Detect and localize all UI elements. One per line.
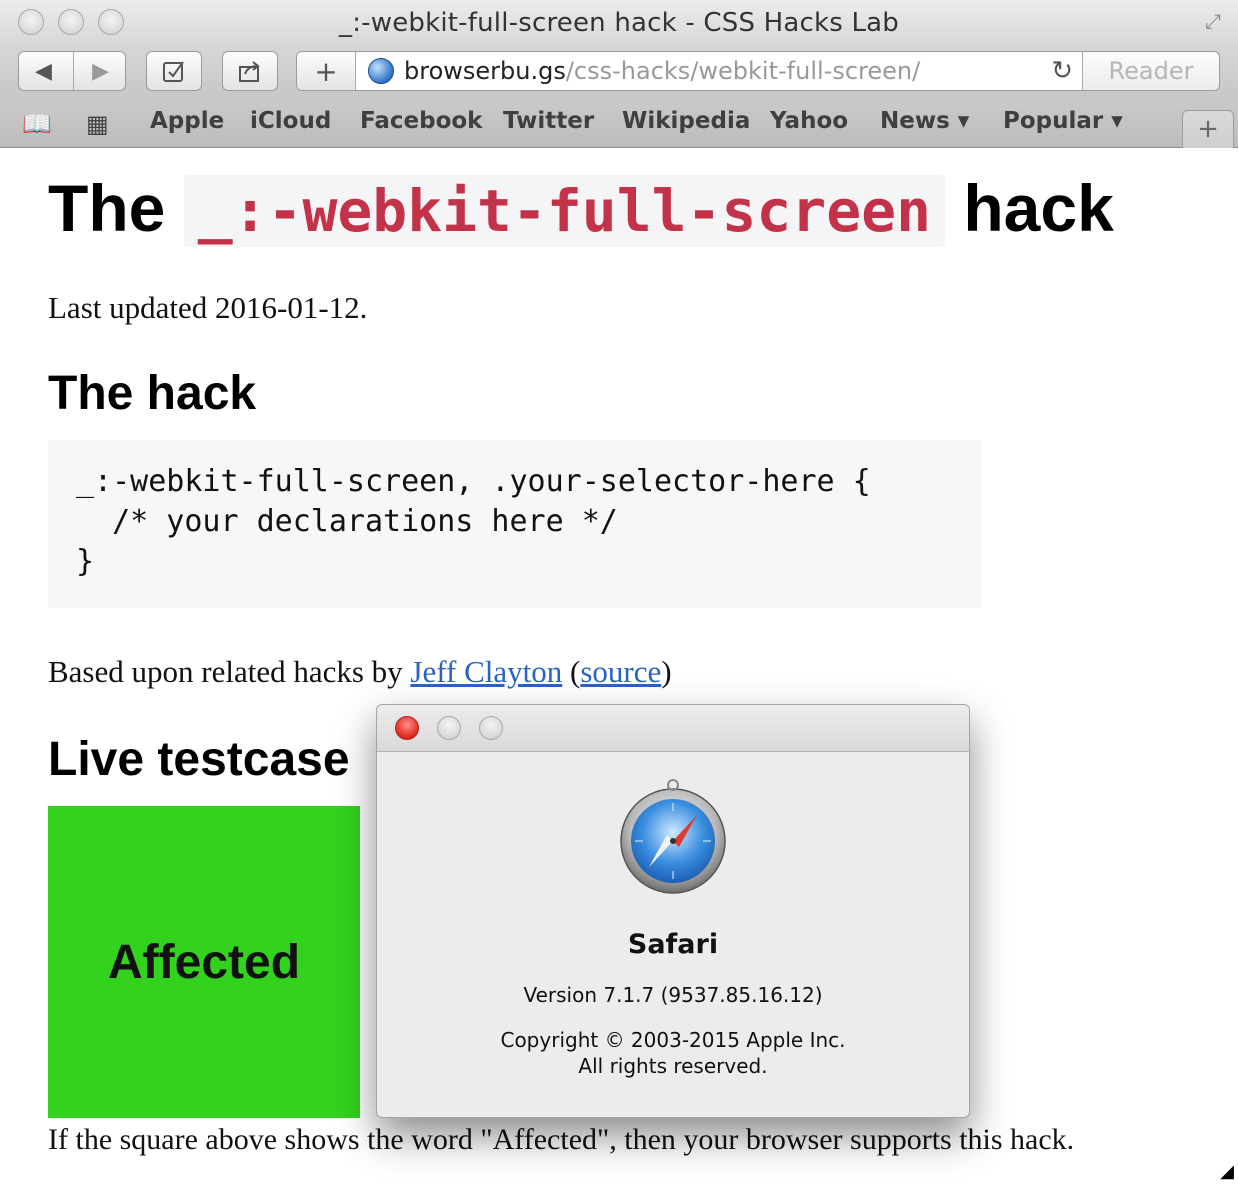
share-button[interactable] xyxy=(222,51,278,91)
bookmark-facebook[interactable]: Facebook xyxy=(360,108,482,134)
bookmarks-bar: 📖 ▦ Apple iCloud Facebook Twitter Wikipe… xyxy=(0,102,1238,148)
fullscreen-icon[interactable]: ⤢ xyxy=(1200,8,1226,34)
based-open-paren: ( xyxy=(570,654,581,689)
bookmark-twitter[interactable]: Twitter xyxy=(503,108,594,134)
jeff-clayton-link[interactable]: Jeff Clayton xyxy=(410,654,562,689)
window-titlebar: _:-webkit-full-screen hack - CSS Hacks L… xyxy=(0,0,1238,48)
show-all-tabs-button[interactable] xyxy=(146,51,202,91)
add-bookmark-icon[interactable]: + xyxy=(297,52,356,90)
browser-toolbar: ◀ ▶ + browserbu.gs/css-hacks/webkit-full… xyxy=(0,48,1238,102)
url-text[interactable]: browserbu.gs/css-hacks/webkit-full-scree… xyxy=(404,57,920,85)
source-link[interactable]: source xyxy=(580,654,661,689)
code-block: _:-webkit-full-screen, .your-selector-he… xyxy=(48,440,982,608)
compose-icon xyxy=(163,61,184,82)
testcase-square: Affected xyxy=(48,806,360,1118)
app-version: Version 7.1.7 (9537.85.16.12) xyxy=(523,983,823,1007)
last-updated: Last updated 2016-01-12. xyxy=(48,290,368,325)
about-safari-dialog: Safari Version 7.1.7 (9537.85.16.12) Cop… xyxy=(376,704,970,1118)
resize-handle-icon[interactable]: ◢ xyxy=(1220,1161,1234,1182)
bookmark-news-menu[interactable]: News ▾ xyxy=(880,108,969,134)
copyright-text: Copyright © 2003-2015 Apple Inc. All rig… xyxy=(377,1027,969,1079)
safari-compass-icon xyxy=(620,779,726,894)
app-name: Safari xyxy=(627,929,719,960)
hack-heading: The hack xyxy=(48,367,257,420)
address-bar[interactable]: + browserbu.gs/css-hacks/webkit-full-scr… xyxy=(296,51,1220,91)
reload-icon[interactable]: ↻ xyxy=(1051,56,1073,86)
grid-icon[interactable]: ▦ xyxy=(86,110,109,138)
forward-arrow-icon[interactable]: ▶ xyxy=(92,59,109,84)
based-close-paren: ) xyxy=(661,654,672,689)
title-prefix: The xyxy=(48,171,166,245)
url-host: browserbu.gs xyxy=(404,57,566,85)
globe-icon xyxy=(368,58,394,84)
page-title: The _:-webkit-full-screen hack xyxy=(48,170,1114,247)
bookmark-popular-menu[interactable]: Popular ▾ xyxy=(1003,108,1123,134)
book-icon[interactable]: 📖 xyxy=(22,110,52,138)
new-tab-button[interactable]: + xyxy=(1182,110,1234,148)
title-code: _:-webkit-full-screen xyxy=(183,175,945,247)
divider xyxy=(73,52,74,90)
url-path: /css-hacks/webkit-full-screen/ xyxy=(565,57,921,85)
based-upon-text: Based upon related hacks by Jeff Clayton… xyxy=(48,654,672,690)
dialog-titlebar xyxy=(377,705,969,752)
dialog-close-button[interactable] xyxy=(395,716,419,740)
testcase-heading: Live testcase xyxy=(48,733,350,786)
window-title: _:-webkit-full-screen hack - CSS Hacks L… xyxy=(339,8,899,38)
share-icon xyxy=(239,61,260,82)
dialog-minimize-button xyxy=(437,716,461,740)
reader-button[interactable]: Reader xyxy=(1082,52,1219,90)
footnote-text: If the square above shows the word "Affe… xyxy=(48,1123,1075,1156)
bookmark-apple[interactable]: Apple xyxy=(150,108,224,134)
bookmark-icloud[interactable]: iCloud xyxy=(250,108,331,134)
based-prefix: Based upon related hacks by xyxy=(48,654,403,689)
copyright-line-2: All rights reserved. xyxy=(578,1054,768,1078)
back-arrow-icon[interactable]: ◀ xyxy=(35,59,52,84)
copyright-line-1: Copyright © 2003-2015 Apple Inc. xyxy=(500,1028,846,1052)
testcase-label: Affected xyxy=(107,935,301,989)
bookmark-wikipedia[interactable]: Wikipedia xyxy=(622,108,750,134)
back-forward-buttons: ◀ ▶ xyxy=(18,51,126,91)
dialog-zoom-button xyxy=(479,716,503,740)
title-suffix: hack xyxy=(963,171,1114,245)
bookmark-yahoo[interactable]: Yahoo xyxy=(770,108,848,134)
